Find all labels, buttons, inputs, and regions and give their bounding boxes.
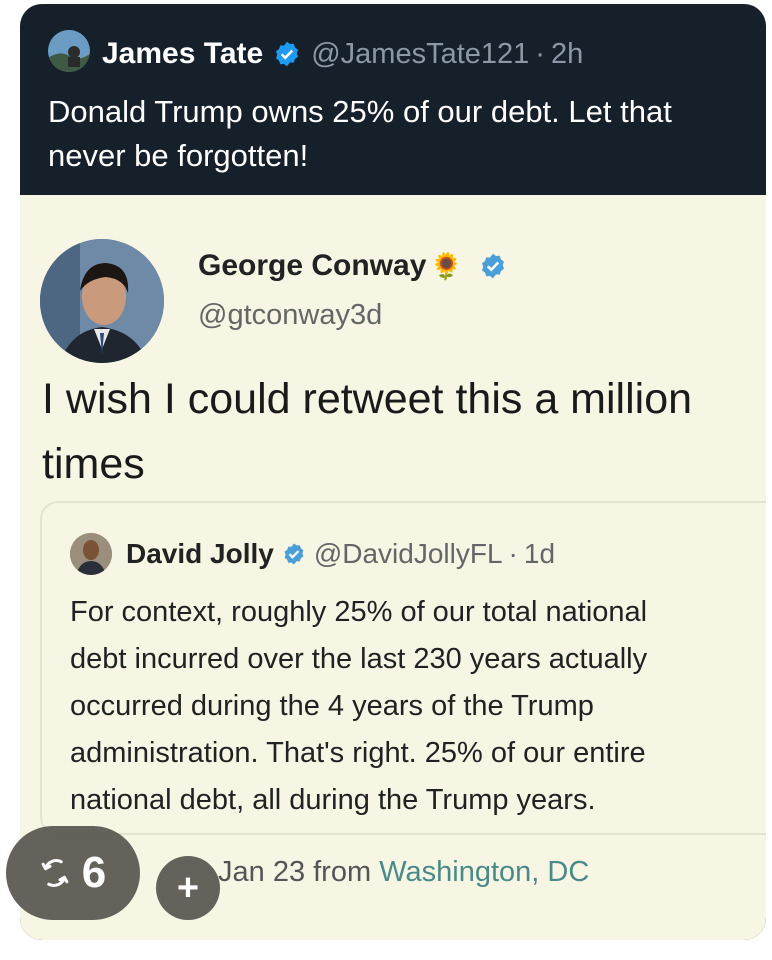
quoted-author-avatar (70, 533, 112, 575)
add-button[interactable]: + (156, 856, 220, 920)
quoted-author-handle: @DavidJollyFL (313, 538, 503, 569)
embedded-author-line: George Conway 🌻 (198, 249, 517, 283)
embedded-tweet-meta: Jan 23 from Washington, DC (218, 856, 589, 889)
quoted-text-line: debt incurred over the last 230 years ac… (70, 643, 648, 675)
meta-location: Washington, DC (379, 856, 590, 888)
quoted-timestamp: 1d (523, 538, 556, 569)
attached-image[interactable]: George Conway 🌻 @gtconway3d I wish I cou… (20, 195, 766, 940)
separator-dot: · (535, 37, 545, 70)
quoted-tweet-text: For context, roughly 25% of our total na… (70, 589, 766, 824)
quoted-text-line: For context, roughly 25% of our total na… (70, 596, 648, 628)
screen: James Tate @JamesTate121 · 2h Donald Tru… (0, 0, 772, 960)
author-name[interactable]: James Tate (102, 37, 263, 71)
embedded-tweet-text: I wish I could retweet this a million ti… (42, 375, 693, 488)
plus-icon: + (176, 867, 200, 909)
quoted-author-line: David Jolly @DavidJollyFL · 1d (126, 533, 555, 575)
post-timestamp[interactable]: 2h (551, 38, 583, 71)
quoted-text-line: occurred during the 4 years of the Trump (70, 690, 594, 722)
embedded-author-handle: @gtconway3d (198, 299, 383, 331)
quoted-verified-badge-icon (282, 542, 306, 566)
retweet-count: 6 (81, 848, 107, 897)
quoted-text-line: administration. That's right. 25% of our… (70, 737, 646, 769)
post-text: Donald Trump owns 25% of our debt. Let t… (48, 94, 672, 173)
quoted-tweet: David Jolly @DavidJollyFL · 1d For conte… (40, 501, 766, 835)
embedded-author-avatar (40, 239, 164, 363)
quoted-separator-dot: · (508, 538, 518, 569)
author-avatar[interactable] (48, 30, 90, 72)
sunflower-icon: 🌻 (430, 250, 463, 281)
author-line: James Tate @JamesTate121 · 2h (102, 34, 583, 74)
quoted-author-name: David Jolly (126, 538, 274, 569)
tweet-card[interactable]: James Tate @JamesTate121 · 2h Donald Tru… (20, 4, 766, 940)
retweet-count-button[interactable]: 6 (6, 826, 140, 920)
author-handle[interactable]: @JamesTate121 (311, 38, 529, 71)
meta-date: Jan 23 from (218, 856, 372, 888)
embedded-author-name: George Conway (198, 249, 427, 282)
retweet-icon (41, 859, 69, 887)
verified-badge-icon (273, 40, 301, 68)
quoted-text-line: national debt, all during the Trump year… (70, 784, 596, 816)
embedded-verified-badge-icon (479, 252, 507, 280)
